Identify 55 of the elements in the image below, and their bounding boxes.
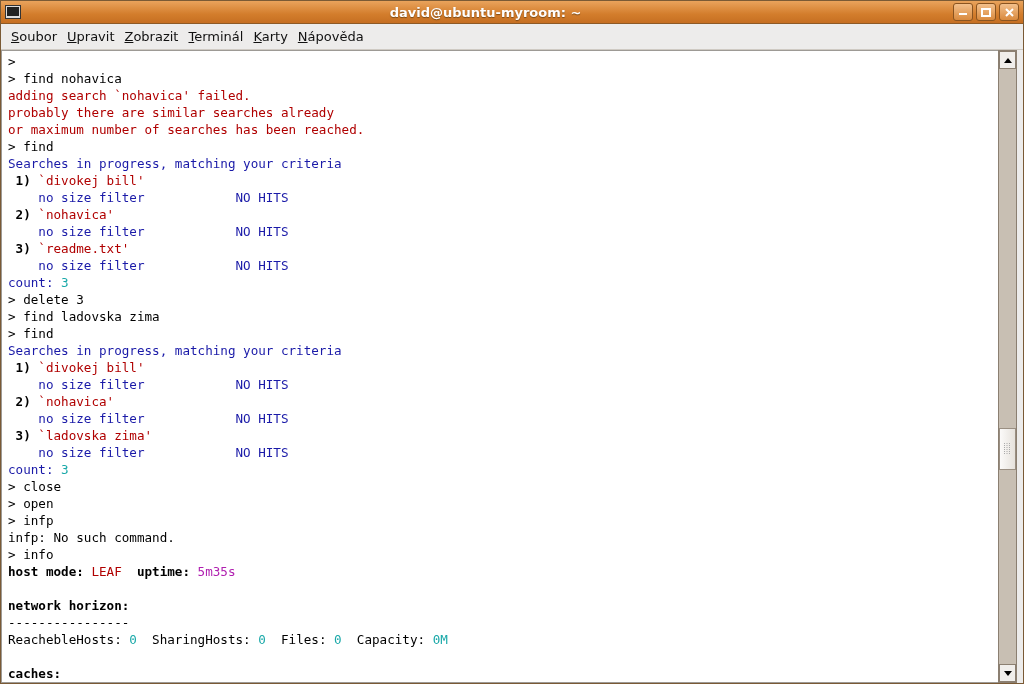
- minimize-button[interactable]: [953, 3, 973, 21]
- menu-item[interactable]: Soubor: [7, 26, 61, 47]
- terminal-line: probably there are similar searches already: [8, 104, 336, 121]
- terminal-line: > find ladovska zima: [8, 308, 161, 325]
- menu-item[interactable]: Nápověda: [293, 26, 368, 47]
- menu-item[interactable]: Terminál: [184, 26, 248, 47]
- menu-item[interactable]: Upravit: [63, 26, 119, 47]
- terminal-line: > delete 3: [8, 291, 85, 308]
- grip-icon: [1004, 442, 1011, 455]
- terminal-line: caches:: [8, 665, 63, 682]
- terminal-line: no size filter NO HITS: [37, 444, 290, 461]
- window-title: david@ubuntu-myroom: ~: [388, 4, 583, 20]
- close-button[interactable]: [999, 3, 1019, 21]
- terminal-line: adding search `nohavica' failed.: [8, 87, 252, 104]
- menu-item[interactable]: Zobrazit: [120, 26, 183, 47]
- terminal-line: or maximum number of searches has been reached.: [8, 121, 366, 138]
- terminal-icon: [5, 5, 21, 19]
- maximize-button[interactable]: [976, 3, 996, 21]
- terminal-line: > infp: [8, 512, 55, 529]
- scroll-up-button[interactable]: [999, 51, 1016, 69]
- terminal-line: count: 3: [8, 461, 70, 478]
- terminal-line: infp: No such command.: [8, 529, 176, 546]
- scrollbar[interactable]: [998, 50, 1017, 683]
- scroll-down-button[interactable]: [999, 664, 1016, 682]
- up-arrow-icon: [1003, 57, 1012, 63]
- terminal-line: 1) `divokej bill': [14, 172, 146, 189]
- terminal-line: no size filter NO HITS: [37, 257, 290, 274]
- close-icon: [1004, 7, 1014, 17]
- terminal-line: > close: [8, 478, 63, 495]
- terminal-line: 2) `nohavica': [14, 206, 116, 223]
- terminal-line: ReachebleHosts: 0 SharingHosts: 0 Files: 0 Capacity: 0M: [8, 631, 449, 648]
- terminal-line: host mode: LEAF uptime: 5m35s: [8, 563, 237, 580]
- terminal-line: >: [8, 53, 17, 70]
- terminal-line: no size filter NO HITS: [37, 223, 290, 240]
- terminal-line: no size filter NO HITS: [37, 410, 290, 427]
- terminal-line: Searches in progress, matching your criteria: [8, 155, 343, 172]
- terminal-line: Searches in progress, matching your criteria: [8, 342, 343, 359]
- down-arrow-icon: [1003, 670, 1012, 676]
- terminal-line: > find: [8, 325, 55, 342]
- terminal-line: 3) `readme.txt': [14, 240, 131, 257]
- terminal-line: > find: [8, 138, 55, 155]
- terminal-line: ----------------: [8, 614, 131, 631]
- terminal-line: no size filter NO HITS: [37, 189, 290, 206]
- terminal-line: > find nohavica: [8, 70, 123, 87]
- menu-item[interactable]: Karty: [249, 26, 292, 47]
- terminal-line: 3) `ladovska zima': [14, 427, 154, 444]
- terminal-line: > info: [8, 546, 55, 563]
- terminal-line: no size filter NO HITS: [37, 376, 290, 393]
- scroll-thumb[interactable]: [999, 427, 1016, 470]
- maximize-icon: [981, 7, 991, 17]
- terminal-line: count: 3: [8, 274, 70, 291]
- terminal-line: network horizon:: [8, 597, 131, 614]
- terminal-line: > open: [8, 495, 55, 512]
- terminal-line: 2) `nohavica': [14, 393, 116, 410]
- terminal-line: 1) `divokej bill': [14, 359, 146, 376]
